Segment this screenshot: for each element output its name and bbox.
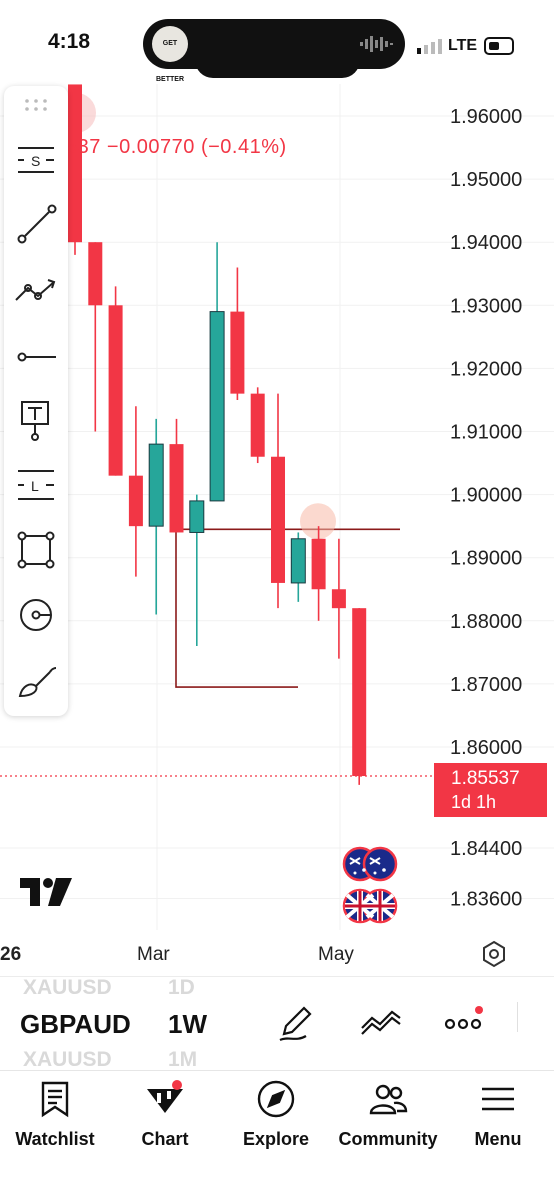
candle-body	[68, 84, 82, 243]
candle-body	[209, 311, 225, 502]
candle-body	[88, 242, 103, 306]
bottom-navigation: Watchlist Chart Explore Community Menu	[0, 1070, 554, 1200]
trend-line-icon[interactable]	[12, 201, 60, 249]
path-icon[interactable]	[12, 266, 60, 314]
time-label-mar: Mar	[137, 944, 170, 965]
price-axis-label: 1.91000	[450, 422, 522, 444]
bar-countdown: 1d 1h	[451, 792, 497, 812]
price-axis-label: 1.87000	[450, 674, 522, 696]
status-time: 4:18	[48, 30, 91, 53]
island-app-avatar: GET BETTER	[152, 26, 188, 83]
prev-interval[interactable]: 1D	[168, 976, 195, 1000]
dynamic-island-extension	[195, 48, 360, 78]
horizontal-ray-icon[interactable]	[12, 331, 60, 379]
nav-explore[interactable]: Explore	[221, 1071, 331, 1161]
nav-community[interactable]: Community	[333, 1071, 443, 1161]
time-label-26: 26	[0, 944, 22, 965]
aud-flag-icon[interactable]	[340, 846, 400, 882]
settings-lines-s-icon[interactable]: S	[12, 136, 60, 184]
circle-target-icon[interactable]	[12, 591, 60, 639]
price-axis-label: 1.95000	[450, 169, 522, 191]
candle-body	[189, 500, 205, 533]
svg-text:L: L	[31, 478, 39, 494]
more-options-icon[interactable]	[442, 1004, 486, 1038]
candle-body	[290, 538, 306, 584]
drawing-pen-icon[interactable]	[276, 1002, 316, 1042]
price-change: 537 −0.00770 (−0.41%)	[66, 136, 287, 158]
candles	[68, 84, 367, 785]
audio-wave-icon	[360, 36, 393, 52]
candle-body	[311, 538, 326, 590]
brush-icon[interactable]	[12, 656, 60, 704]
svg-text:S: S	[31, 153, 40, 169]
nav-watchlist[interactable]: Watchlist	[0, 1071, 110, 1161]
community-icon	[369, 1084, 408, 1115]
rectangle-icon[interactable]	[12, 526, 60, 574]
chart-settings-icon[interactable]	[480, 940, 508, 968]
next-symbol[interactable]: XAUUSD	[23, 1048, 112, 1072]
nav-chart[interactable]: Chart	[110, 1071, 220, 1161]
network-type: LTE	[448, 37, 478, 54]
price-axis-label: 1.83600	[450, 888, 522, 910]
next-interval[interactable]: 1M	[168, 1048, 197, 1072]
candle-body	[169, 444, 184, 533]
price-axis-label: 1.84400	[450, 838, 522, 860]
signal-icon	[417, 39, 442, 54]
nav-menu-label: Menu	[474, 1129, 522, 1149]
battery-icon	[484, 37, 514, 55]
chart-icon	[147, 1080, 183, 1113]
price-axis-label: 1.88000	[450, 611, 522, 633]
candle-body	[250, 393, 265, 457]
nav-menu[interactable]: Menu	[443, 1071, 553, 1161]
price-axis-label: 1.92000	[450, 358, 522, 380]
text-tool-icon[interactable]	[12, 396, 60, 444]
hamburger-menu-icon	[482, 1087, 514, 1111]
price-axis-label: 1.93000	[450, 295, 522, 317]
current-price: 1.85537	[451, 768, 520, 789]
time-label-may: May	[318, 944, 354, 965]
symbol-bar: XAUUSD 1D GBPAUD 1W XAUUSD 1M	[0, 976, 554, 1072]
compass-icon	[257, 1080, 295, 1118]
candle-body	[271, 456, 285, 583]
current-price-label: 1.85537 1d 1h	[434, 763, 547, 817]
candle-body	[108, 305, 123, 476]
candle-body	[331, 589, 346, 609]
watchlist-icon	[41, 1081, 69, 1118]
candle-body	[148, 443, 164, 527]
price-axis-label: 1.94000	[450, 232, 522, 254]
price-axis-label: 1.96000	[450, 106, 522, 128]
prev-symbol[interactable]: XAUUSD	[23, 976, 112, 1000]
symbol-selector[interactable]: GBPAUD	[20, 1009, 131, 1040]
label-line-icon[interactable]: L	[12, 461, 60, 509]
drawing-toolbar: S L	[4, 86, 68, 716]
gbp-flag-icon[interactable]	[340, 888, 400, 924]
candle-body	[230, 311, 245, 394]
candle-body	[352, 608, 367, 777]
price-axis-label: 1.89000	[450, 548, 522, 570]
indicators-icon[interactable]	[358, 1006, 404, 1036]
price-axis-label: 1.90000	[450, 485, 522, 507]
nav-explore-label: Explore	[242, 1129, 310, 1149]
price-axis-label: 1.86000	[450, 737, 522, 759]
candle-body	[128, 475, 143, 527]
drag-handle-icon[interactable]	[24, 98, 48, 112]
tradingview-logo-icon	[20, 878, 72, 906]
toolbar-divider	[517, 1002, 518, 1032]
interval-selector[interactable]: 1W	[168, 1009, 207, 1040]
